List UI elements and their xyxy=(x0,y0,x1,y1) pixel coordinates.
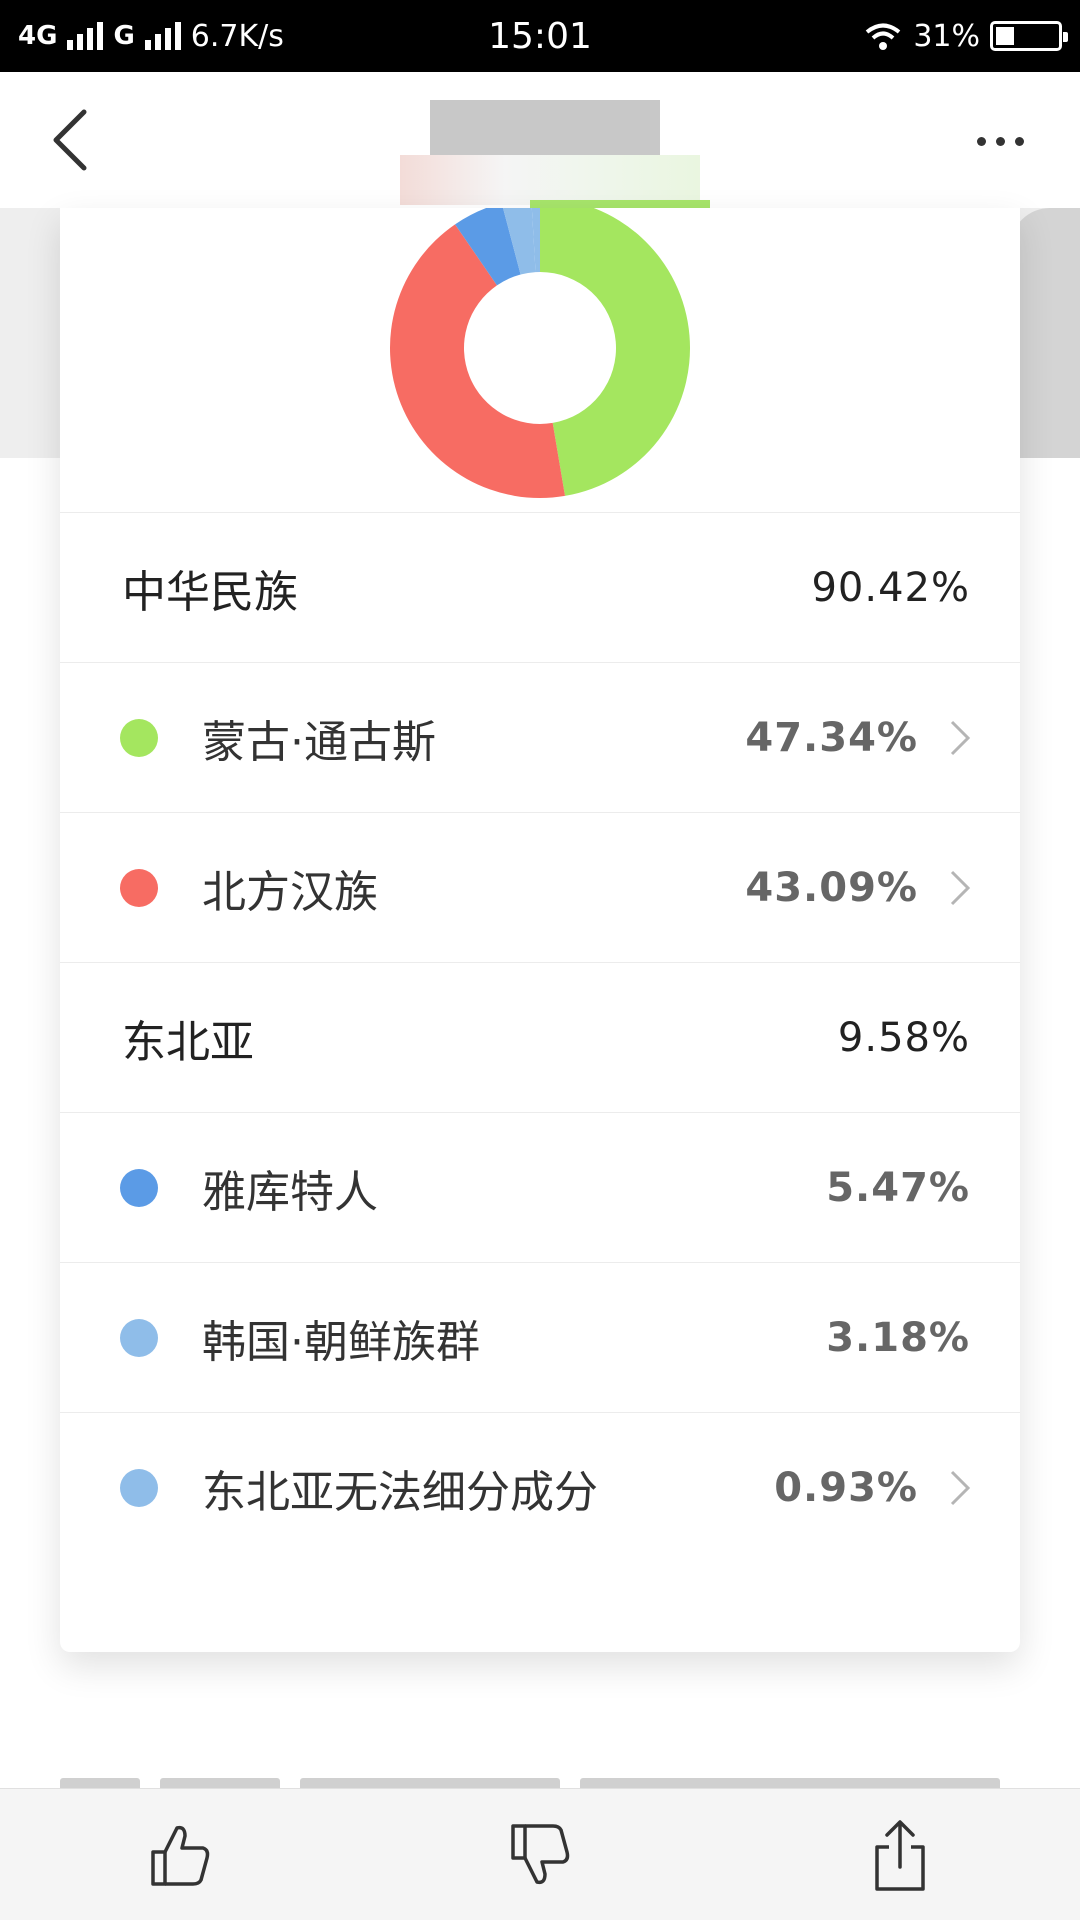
more-dot xyxy=(976,136,986,146)
more-dot xyxy=(995,136,1005,146)
ancestry-card: 中华民族 90.42% 蒙古·通古斯 47.34% 北方汉族 43.09% 东北… xyxy=(60,208,1020,1652)
ancestry-list: 中华民族 90.42% 蒙古·通古斯 47.34% 北方汉族 43.09% 东北… xyxy=(60,513,1020,1563)
item-value: 43.09% xyxy=(745,865,918,911)
group-row-1: 东北亚 9.58% xyxy=(60,963,1020,1113)
list-item-1-0: 雅库特人 5.47% xyxy=(60,1113,1020,1263)
chevron-right-icon xyxy=(950,870,971,906)
like-button[interactable] xyxy=(138,1813,222,1897)
legend-dot xyxy=(120,719,158,757)
item-label: 蒙古·通古斯 xyxy=(202,717,436,768)
status-bar: 4G G 6.7K/s 15:01 31% xyxy=(0,0,1080,72)
wifi-icon xyxy=(866,23,901,50)
thumbs-up-icon xyxy=(151,1825,210,1886)
group-value: 90.42% xyxy=(811,565,970,611)
list-item-1-1: 韩国·朝鲜族群 3.18% xyxy=(60,1263,1020,1413)
donut-chart xyxy=(390,208,690,498)
bottom-toolbar xyxy=(0,1788,1080,1920)
item-label: 东北亚无法细分成分 xyxy=(202,1467,598,1518)
battery-fill xyxy=(996,27,1015,45)
nav-bar xyxy=(0,72,1080,220)
donut-slice-0 xyxy=(540,208,690,496)
group-value: 9.58% xyxy=(837,1015,970,1061)
thumbs-down-icon xyxy=(511,1824,570,1885)
group-label: 东北亚 xyxy=(122,1017,254,1068)
more-button[interactable] xyxy=(960,106,1040,176)
group-row-0: 中华民族 90.42% xyxy=(60,513,1020,663)
item-label: 韩国·朝鲜族群 xyxy=(202,1317,480,1368)
list-item-0-1[interactable]: 北方汉族 43.09% xyxy=(60,813,1020,963)
battery-icon xyxy=(990,21,1068,51)
legend-dot xyxy=(120,1469,158,1507)
item-value: 3.18% xyxy=(826,1315,970,1361)
nav-title-blurred xyxy=(400,100,710,220)
dislike-button[interactable] xyxy=(498,1813,582,1897)
chevron-right-icon xyxy=(950,720,971,756)
list-item-1-2[interactable]: 东北亚无法细分成分 0.93% xyxy=(60,1413,1020,1563)
share-button[interactable] xyxy=(858,1813,942,1897)
battery-percent: 31% xyxy=(913,18,980,54)
share-icon xyxy=(875,1820,925,1891)
legend-dot xyxy=(120,869,158,907)
chart-area xyxy=(60,208,1020,513)
chevron-right-icon xyxy=(950,1470,971,1506)
item-value: 0.93% xyxy=(774,1465,918,1511)
item-value: 47.34% xyxy=(745,715,918,761)
back-button[interactable] xyxy=(40,102,100,178)
more-dot xyxy=(1014,136,1024,146)
legend-dot xyxy=(120,1169,158,1207)
item-label: 北方汉族 xyxy=(202,867,378,918)
article-text-clipped xyxy=(60,1772,1020,1788)
list-item-0-0[interactable]: 蒙古·通古斯 47.34% xyxy=(60,663,1020,813)
group-label: 中华民族 xyxy=(122,567,298,618)
item-value: 5.47% xyxy=(826,1165,970,1211)
status-right: 31% xyxy=(863,0,1068,72)
chevron-left-icon xyxy=(53,109,87,171)
item-label: 雅库特人 xyxy=(202,1167,378,1218)
legend-dot xyxy=(120,1319,158,1357)
